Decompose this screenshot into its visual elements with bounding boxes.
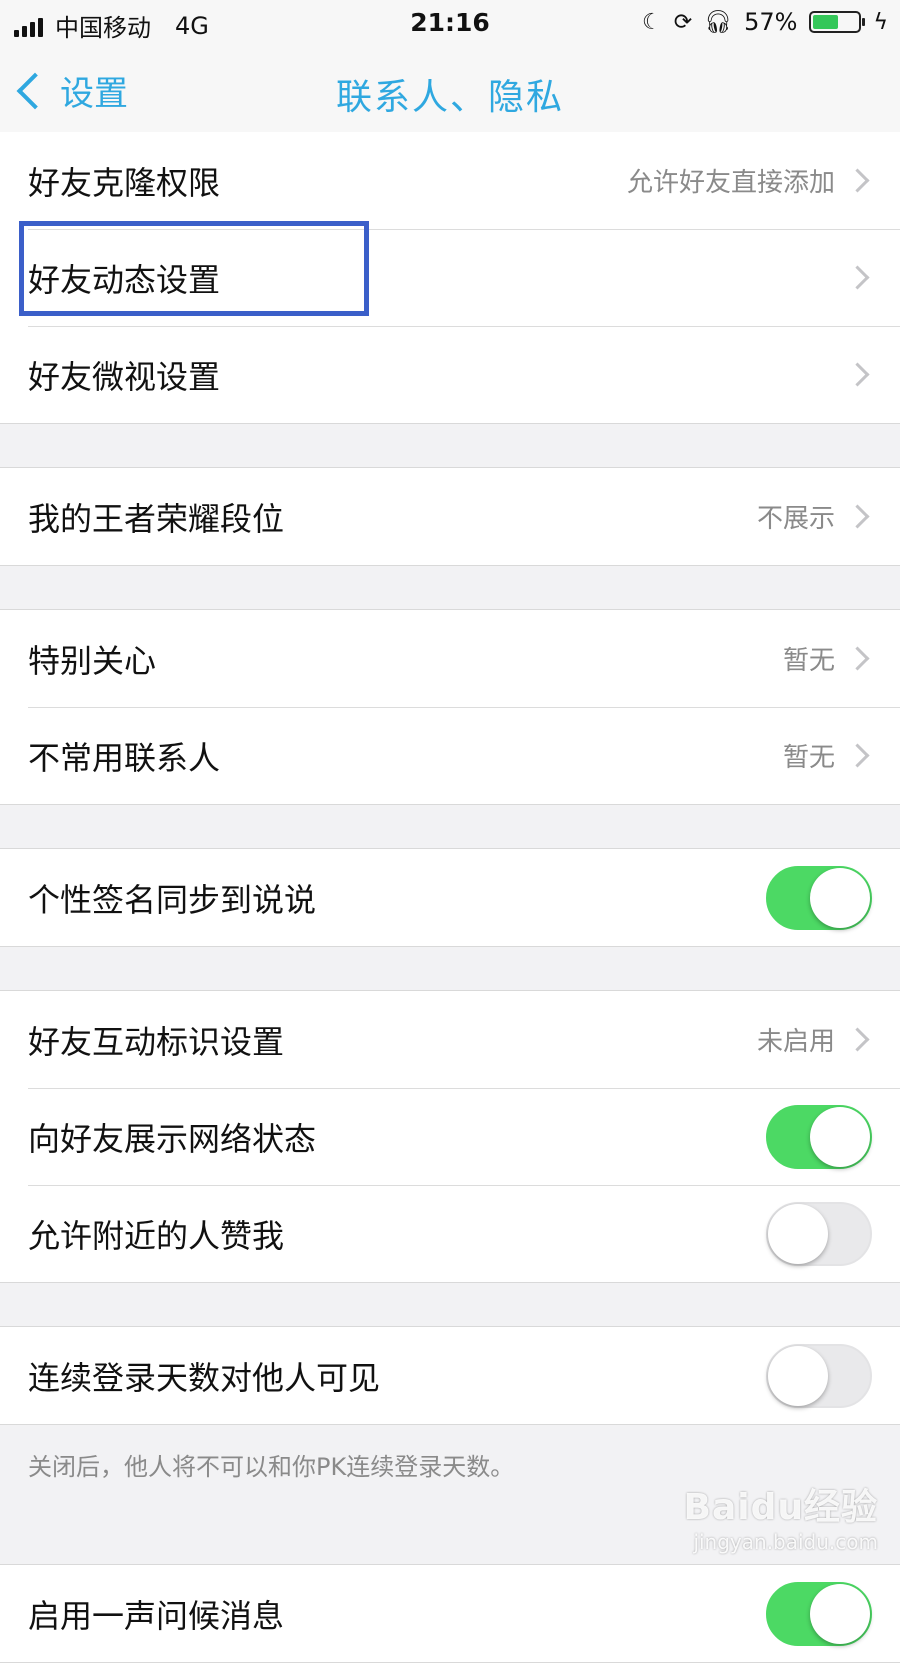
settings-row: 启用一声问候消息 [0,1565,900,1662]
settings-row[interactable]: 好友动态设置 [0,229,900,326]
settings-group: 好友克隆权限 允许好友直接添加好友动态设置 好友微视设置 [0,132,900,424]
chevron-right-icon [845,362,870,387]
chevron-right-icon [845,1027,870,1052]
toggle-knob [768,1345,828,1406]
status-right: ☾ ⟳ 🎧︎ 57% ϟ [642,8,888,36]
settings-group: 我的王者荣耀段位 不展示 [0,467,900,566]
chevron-right-icon [845,168,870,193]
settings-group: 特别关心 暂无 不常用联系人 暂无 [0,609,900,805]
settings-row: 个性签名同步到说说 [0,849,900,946]
row-label: 好友微视设置 [28,357,221,396]
charging-icon: ϟ [873,9,888,35]
row-label: 连续登录天数对他人可见 [28,1358,381,1397]
row-value: 暂无 [782,743,835,773]
chevron-right-icon [845,743,870,768]
toggle-switch[interactable] [766,1104,872,1169]
row-label: 特别关心 [28,641,157,680]
settings-group: 启用一声问候消息 [0,1564,900,1663]
battery-fill [813,15,839,29]
row-label: 个性签名同步到说说 [28,880,317,919]
toggle-switch[interactable] [766,865,872,930]
page-title: 联系人、隐私 [335,77,564,118]
settings-row[interactable]: 特别关心 暂无 [0,610,900,707]
toggle-knob [810,867,870,928]
toggle-switch[interactable] [766,1343,872,1408]
settings-group: 好友互动标识设置 未启用向好友展示网络状态 允许附近的人赞我 [0,990,900,1283]
toggle-switch[interactable] [766,1581,872,1646]
settings-row[interactable]: 不常用联系人 暂无 [0,707,900,804]
navigation-bar: 设置 联系人、隐私 [0,46,900,132]
settings-row[interactable]: 好友微视设置 [0,326,900,423]
toggle-knob [810,1106,870,1167]
settings-list: 好友克隆权限 允许好友直接添加好友动态设置 好友微视设置我的王者荣耀段位 不展示特别关… [0,132,900,1663]
rotation-lock-icon: ⟳ [673,9,693,35]
settings-row: 向好友展示网络状态 [0,1088,900,1185]
battery-percent: 57% [744,8,798,36]
chevron-right-icon [845,265,870,290]
row-value: 暂无 [782,646,835,676]
chevron-right-icon [845,504,870,529]
settings-group: 个性签名同步到说说 [0,848,900,947]
settings-group: 连续登录天数对他人可见 [0,1326,900,1425]
row-label: 向好友展示网络状态 [28,1119,317,1158]
settings-row[interactable]: 好友互动标识设置 未启用 [0,991,900,1088]
row-label: 允许附近的人赞我 [28,1216,285,1255]
row-label: 启用一声问候消息 [28,1596,285,1635]
row-value: 未启用 [756,1027,835,1057]
toggle-knob [810,1583,870,1644]
row-label: 好友互动标识设置 [28,1022,285,1061]
watermark: Baidu经验 jingyan.baidu.com [684,1478,878,1554]
settings-row[interactable]: 好友克隆权限 允许好友直接添加 [0,132,900,229]
watermark-url: jingyan.baidu.com [693,1530,878,1554]
chevron-right-icon [845,646,870,671]
row-label: 好友动态设置 [28,260,221,299]
row-value: 允许好友直接添加 [626,168,835,198]
row-label: 不常用联系人 [28,738,221,777]
row-label: 好友克隆权限 [28,163,221,202]
battery-icon [809,11,866,33]
toggle-switch[interactable] [766,1201,872,1266]
status-bar: 中国移动 4G 21:16 ☾ ⟳ 🎧︎ 57% ϟ [0,0,900,46]
toggle-knob [768,1203,828,1264]
settings-row[interactable]: 我的王者荣耀段位 不展示 [0,468,900,565]
row-value: 不展示 [756,504,835,534]
row-label: 我的王者荣耀段位 [28,499,285,538]
headphones-icon: 🎧︎ [704,9,733,35]
settings-row: 允许附近的人赞我 [0,1185,900,1282]
settings-row: 连续登录天数对他人可见 [0,1327,900,1424]
watermark-logo: Baidu经验 [683,1487,878,1528]
moon-icon: ☾ [642,9,662,35]
